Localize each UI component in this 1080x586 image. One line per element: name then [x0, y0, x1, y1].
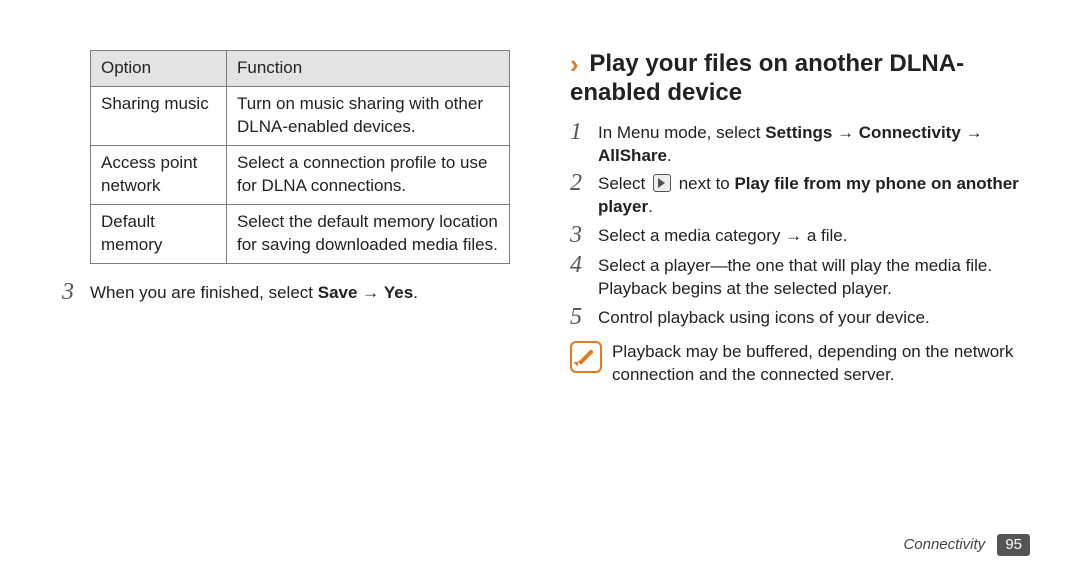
- step-bold: AllShare: [598, 146, 667, 165]
- step-body: Select next to Play file from my phone o…: [598, 173, 1030, 219]
- step-text: Select: [598, 174, 650, 193]
- chevron-right-icon: ›: [570, 51, 579, 77]
- function-cell: Select a connection profile to use for D…: [227, 145, 510, 204]
- section-heading: › Play your files on another DLNA-enable…: [570, 50, 1030, 108]
- step: 1In Menu mode, select Settings → Connect…: [570, 122, 1030, 168]
- step-bold: Connectivity: [859, 123, 961, 142]
- step-number: 3: [570, 223, 598, 247]
- step-text: Control playback using icons of your dev…: [598, 308, 930, 327]
- table-header-function: Function: [227, 51, 510, 87]
- step-text: .: [667, 146, 672, 165]
- footer-page-number: 95: [997, 534, 1030, 556]
- function-cell: Turn on music sharing with other DLNA-en…: [227, 86, 510, 145]
- play-circle-icon: [653, 174, 671, 192]
- option-cell: Default memory: [91, 204, 227, 263]
- note: Playback may be buffered, depending on t…: [570, 341, 1030, 387]
- step-text: .: [648, 197, 653, 216]
- step-text: →: [961, 123, 983, 142]
- step-bold: Save: [318, 283, 358, 302]
- step-text: In Menu mode, select: [598, 123, 765, 142]
- options-table: Option Function Sharing music Turn on mu…: [90, 50, 510, 264]
- step: 3Select a media category → a file.: [570, 225, 1030, 249]
- step-text: Select a player—the one that will play t…: [598, 256, 992, 298]
- step-number: 3: [62, 280, 90, 304]
- step: 2Select next to Play file from my phone …: [570, 173, 1030, 219]
- left-column: Option Function Sharing music Turn on mu…: [0, 0, 540, 586]
- option-cell: Access point network: [91, 145, 227, 204]
- step-number: 2: [570, 171, 598, 195]
- note-icon: [570, 341, 602, 373]
- step-number: 1: [570, 120, 598, 144]
- step-body: When you are finished, select Save → Yes…: [90, 282, 500, 305]
- step-text-post: .: [413, 283, 418, 302]
- page: Option Function Sharing music Turn on mu…: [0, 0, 1080, 586]
- step-bold: Yes: [384, 283, 413, 302]
- function-cell: Select the default memory location for s…: [227, 204, 510, 263]
- table-row: Access point network Select a connection…: [91, 145, 510, 204]
- step-body: Control playback using icons of your dev…: [598, 307, 1030, 330]
- step-number: 4: [570, 253, 598, 277]
- step: 4Select a player—the one that will play …: [570, 255, 1030, 301]
- step-text: Select a media category → a file.: [598, 226, 847, 245]
- step-text-arrow: →: [357, 283, 383, 302]
- steps-list: 1In Menu mode, select Settings → Connect…: [570, 122, 1030, 332]
- footer-section: Connectivity: [903, 536, 985, 553]
- step-body: Select a media category → a file.: [598, 225, 1030, 248]
- step-body: In Menu mode, select Settings → Connecti…: [598, 122, 1030, 168]
- table-header-option: Option: [91, 51, 227, 87]
- step-body: Select a player—the one that will play t…: [598, 255, 1030, 301]
- note-text: Playback may be buffered, depending on t…: [612, 341, 1030, 387]
- step-text: →: [832, 123, 858, 142]
- step-bold: Settings: [765, 123, 832, 142]
- step-save: 3 When you are finished, select Save → Y…: [62, 282, 500, 306]
- step-text: next to: [674, 174, 734, 193]
- heading-text: Play your files on another DLNA-enabled …: [570, 50, 964, 106]
- table-row: Default memory Select the default memory…: [91, 204, 510, 263]
- table-row: Sharing music Turn on music sharing with…: [91, 86, 510, 145]
- option-cell: Sharing music: [91, 86, 227, 145]
- page-footer: Connectivity 95: [903, 534, 1030, 556]
- step-number: 5: [570, 305, 598, 329]
- step-text: When you are finished, select: [90, 283, 318, 302]
- right-column: › Play your files on another DLNA-enable…: [540, 0, 1080, 586]
- step: 5Control playback using icons of your de…: [570, 307, 1030, 331]
